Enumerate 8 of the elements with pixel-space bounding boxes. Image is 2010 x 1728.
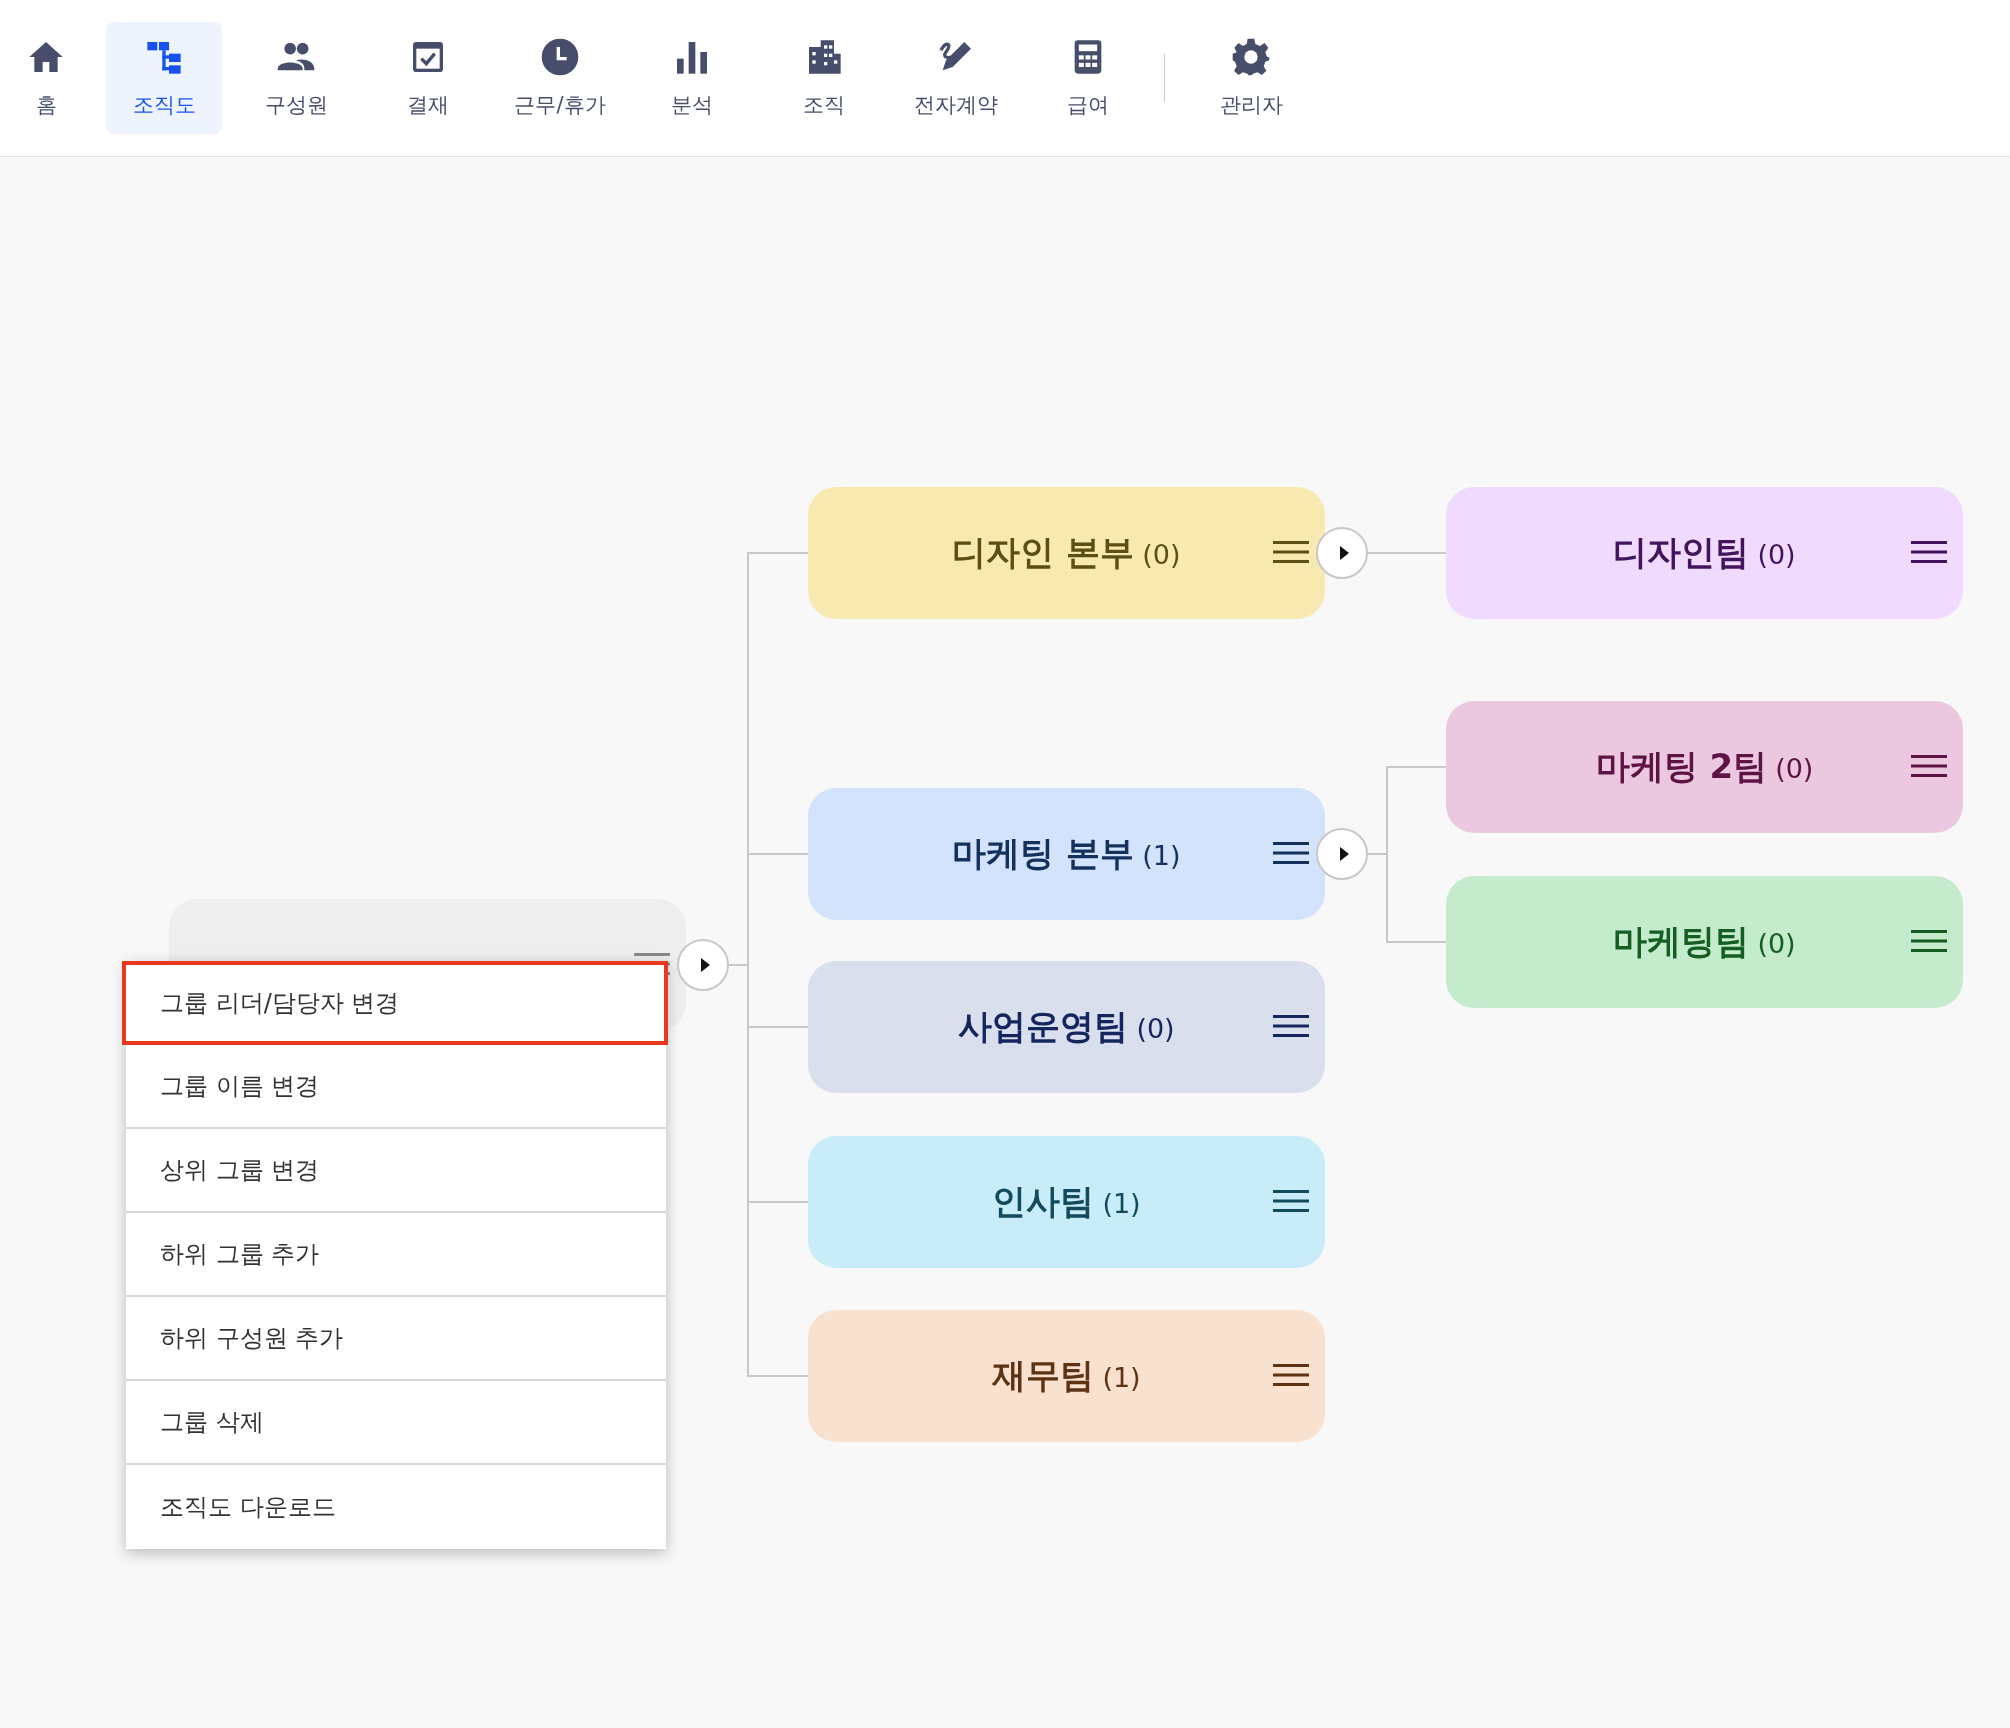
node-title: 마케팅 2팀 (0) bbox=[1595, 745, 1814, 788]
node-title: 재무팀 (1) bbox=[992, 1354, 1141, 1397]
node-title: 사업운영팀 (0) bbox=[958, 1005, 1175, 1048]
node-title: 마케팅 본부 (1) bbox=[952, 832, 1181, 875]
node-title: 인사팀 (1) bbox=[992, 1180, 1141, 1223]
node-title: 디자인팀 (0) bbox=[1613, 531, 1796, 574]
node-title: 디자인 본부 (0) bbox=[952, 531, 1181, 574]
node-title: 마케팅팀 (0) bbox=[1613, 920, 1796, 963]
